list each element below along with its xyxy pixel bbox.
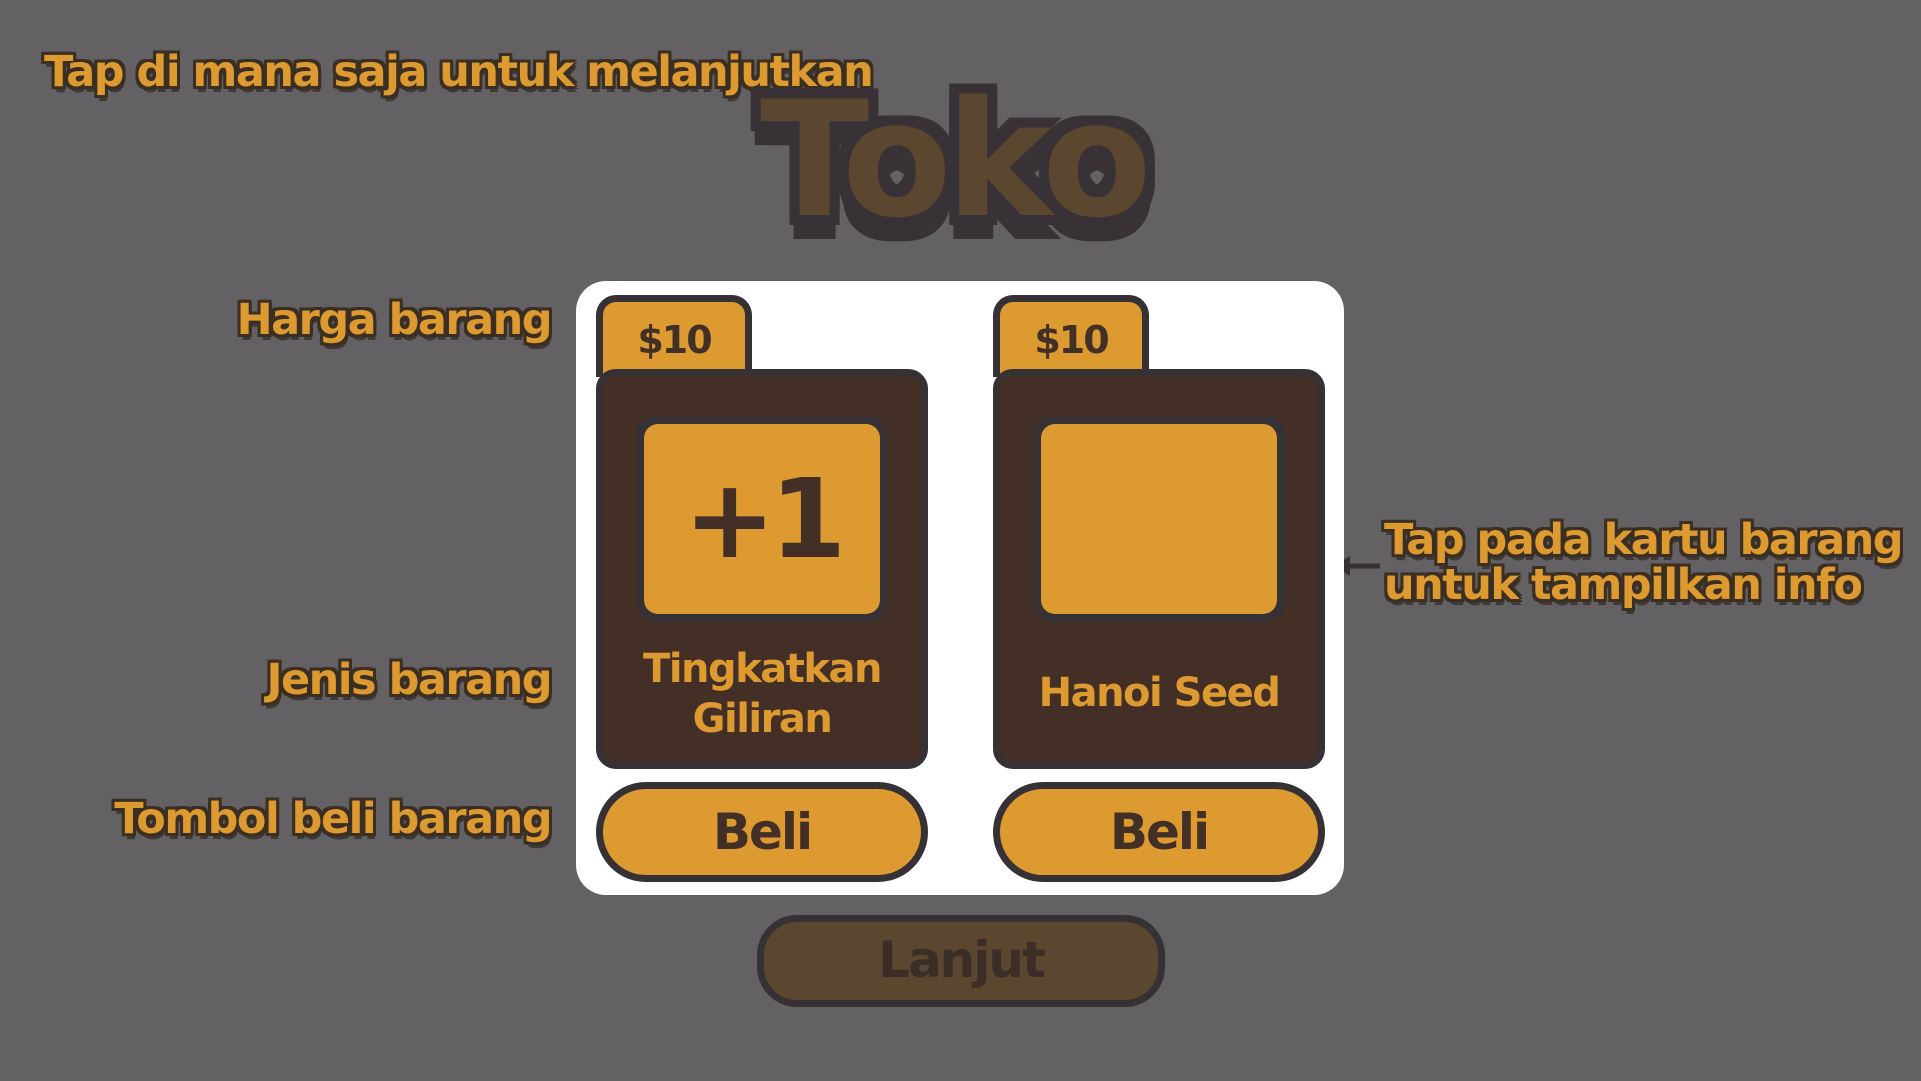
buy-button-annotation: Tombol beli barang: [114, 794, 552, 844]
continue-button[interactable]: Lanjut: [757, 915, 1165, 1007]
shop-title: Toko: [760, 66, 1152, 253]
item-name-line1: Tingkatkan: [643, 646, 882, 692]
item-icon-frame: [1033, 416, 1285, 622]
plus-one-icon: +1: [644, 424, 880, 614]
item-icon-frame: +1: [636, 416, 888, 622]
item-price-tag: $10: [596, 295, 752, 377]
item-card-tingkatkan-giliran[interactable]: +1 Tingkatkan Giliran: [596, 369, 928, 769]
card-info-annotation: Tap pada kartu barang untuk tampilkan in…: [1384, 515, 1904, 611]
item-price-tag: $10: [993, 295, 1149, 377]
shop-panel: $10 +1 Tingkatkan Giliran Beli $10 Hanoi…: [576, 281, 1344, 895]
item-card-hanoi-seed[interactable]: Hanoi Seed: [993, 369, 1325, 769]
blank-item-icon: [1041, 424, 1277, 614]
tap-anywhere-hint: Tap di mana saja untuk melanjutkan: [44, 47, 874, 97]
item-name-line2: Giliran: [692, 696, 833, 742]
item-name-line1: Hanoi Seed: [1038, 670, 1281, 716]
buy-button-item-1[interactable]: Beli: [596, 782, 928, 882]
card-info-annotation-line2: untuk tampilkan info: [1384, 560, 1863, 611]
item-type-annotation: Jenis barang: [266, 655, 553, 705]
card-info-annotation-line1: Tap pada kartu barang: [1384, 515, 1904, 565]
buy-button-item-2[interactable]: Beli: [993, 782, 1325, 882]
item-price-annotation: Harga barang: [236, 295, 553, 345]
